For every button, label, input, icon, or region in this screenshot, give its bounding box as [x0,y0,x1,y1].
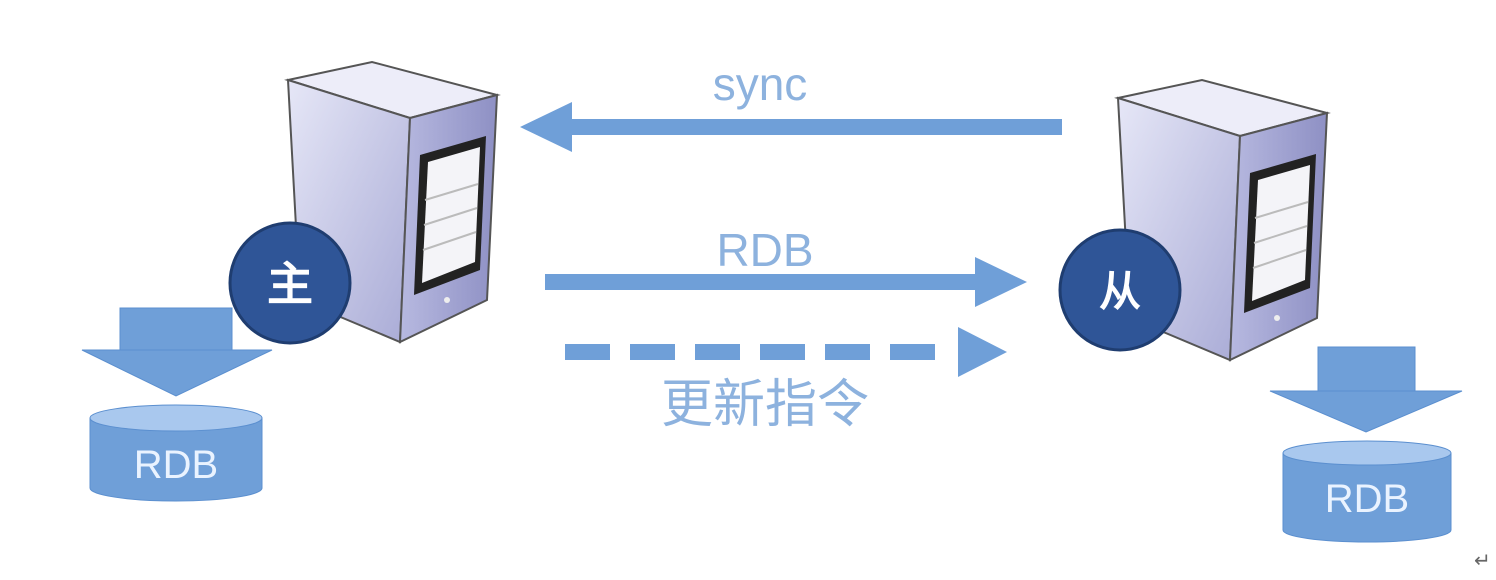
master-badge: 主 [228,221,352,345]
master-badge-label: 主 [267,257,313,311]
slave-rdb-label: RDB [1325,477,1409,521]
rdb-transfer-label: RDB [716,224,813,276]
replication-diagram: 主 从 sync RDB 更新指令 RDB RDB [81,58,1463,543]
update-commands-arrow [565,327,1007,377]
slave-badge-label: 从 [1099,267,1141,316]
update-commands-label: 更新指令 [661,375,869,435]
sync-label: sync [713,58,808,110]
slave-rdb-database-icon: RDB [1282,440,1452,543]
slave-badge: 从 [1058,228,1182,352]
paragraph-mark: ↵ [1474,548,1491,572]
master-rdb-label: RDB [134,443,218,487]
master-rdb-database-icon: RDB [89,404,263,502]
slave-save-arrow [1269,346,1463,433]
